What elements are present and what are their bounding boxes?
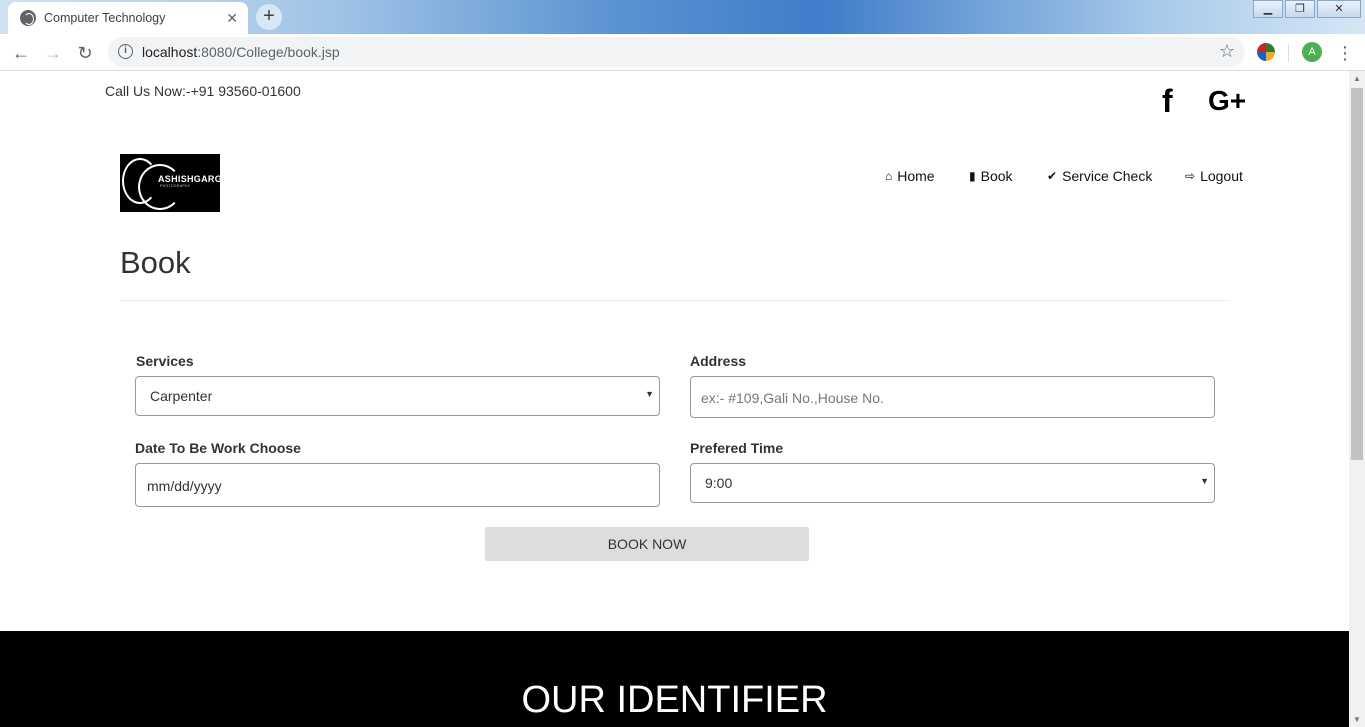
extension-icon[interactable] bbox=[1257, 43, 1275, 61]
call-us-text: Call Us Now:-+91 93560-01600 bbox=[105, 83, 301, 99]
home-icon: ⌂ bbox=[885, 169, 893, 183]
dropdown-arrow-icon: ▼ bbox=[645, 389, 654, 399]
forward-arrow-icon[interactable]: → bbox=[40, 40, 66, 66]
logo-name: ASHISHGARG bbox=[158, 174, 220, 184]
browser-toolbar: ← → ↻ i localhost:8080/College/book.jsp … bbox=[0, 34, 1365, 71]
nav-logout-label: Logout bbox=[1200, 168, 1243, 184]
url-path: :8080/College/book.jsp bbox=[197, 44, 340, 60]
page-scrollbar[interactable]: ▲ ▼ bbox=[1349, 71, 1365, 727]
globe-icon bbox=[20, 10, 36, 26]
new-tab-button[interactable]: + bbox=[256, 4, 282, 30]
maximize-button[interactable]: ❐ bbox=[1285, 0, 1315, 18]
browser-title-bar: Computer Technology ✕ + ▁ ❐ ✕ bbox=[0, 0, 1365, 34]
url-text: localhost:8080/College/book.jsp bbox=[142, 44, 340, 60]
site-logo[interactable]: ASHISHGARG PHOTOGRAPHY bbox=[120, 154, 220, 212]
toolbar-divider bbox=[1288, 44, 1289, 62]
close-tab-icon[interactable]: ✕ bbox=[226, 10, 238, 27]
logout-icon: ⇨ bbox=[1185, 169, 1196, 183]
file-icon: ▮ bbox=[969, 169, 976, 183]
window-controls: ▁ ❐ ✕ bbox=[1251, 0, 1361, 18]
services-label: Services bbox=[136, 353, 194, 369]
scroll-down-icon[interactable]: ▼ bbox=[1353, 715, 1361, 724]
back-arrow-icon[interactable]: ← bbox=[8, 40, 34, 66]
page-title: Book bbox=[120, 245, 191, 280]
url-host: localhost bbox=[142, 44, 198, 60]
bookmark-star-icon[interactable]: ☆ bbox=[1219, 41, 1235, 62]
address-placeholder: ex:- #109,Gali No.,House No. bbox=[701, 390, 884, 406]
minimize-button[interactable]: ▁ bbox=[1253, 0, 1283, 18]
title-divider bbox=[120, 300, 1230, 301]
tab-title: Computer Technology bbox=[44, 11, 166, 25]
google-plus-icon[interactable]: G+ bbox=[1208, 85, 1246, 117]
kebab-menu-icon[interactable]: ⋮ bbox=[1336, 40, 1354, 66]
address-label: Address bbox=[690, 353, 747, 369]
logo-tagline: PHOTOGRAPHY bbox=[160, 184, 191, 188]
nav-service-check[interactable]: ✔ Service Check bbox=[1047, 166, 1152, 186]
date-label: Date To Be Work Choose bbox=[135, 440, 301, 456]
footer-heading: OUR IDENTIFIER bbox=[521, 679, 828, 721]
nav-logout[interactable]: ⇨ Logout bbox=[1185, 166, 1243, 186]
time-value: 9:00 bbox=[705, 475, 733, 491]
info-icon[interactable]: i bbox=[118, 44, 133, 59]
check-icon: ✔ bbox=[1047, 169, 1058, 183]
address-bar[interactable]: i localhost:8080/College/book.jsp ☆ bbox=[108, 37, 1245, 67]
services-select[interactable]: Carpenter ▼ bbox=[135, 376, 660, 416]
nav-book[interactable]: ▮ Book bbox=[969, 166, 1013, 186]
browser-tab[interactable]: Computer Technology ✕ bbox=[8, 2, 248, 34]
scrollbar-thumb[interactable] bbox=[1351, 88, 1363, 460]
nav-service-check-label: Service Check bbox=[1062, 168, 1153, 184]
footer-section: OUR IDENTIFIER bbox=[0, 631, 1349, 727]
book-now-button[interactable]: BOOK NOW bbox=[485, 527, 809, 561]
dropdown-arrow-icon: ▼ bbox=[1200, 476, 1209, 486]
profile-avatar[interactable]: A bbox=[1302, 42, 1322, 62]
nav-home-label: Home bbox=[897, 168, 935, 184]
close-window-button[interactable]: ✕ bbox=[1317, 0, 1361, 18]
date-input[interactable]: mm/dd/yyyy bbox=[135, 463, 660, 507]
date-placeholder: mm/dd/yyyy bbox=[147, 478, 222, 494]
nav-book-label: Book bbox=[980, 168, 1013, 184]
time-select[interactable]: 9:00 ▼ bbox=[690, 463, 1215, 503]
services-value: Carpenter bbox=[150, 388, 213, 404]
scroll-up-icon[interactable]: ▲ bbox=[1353, 74, 1361, 83]
time-label: Prefered Time bbox=[690, 440, 784, 456]
address-input[interactable]: ex:- #109,Gali No.,House No. bbox=[690, 376, 1215, 418]
reload-icon[interactable]: ↻ bbox=[72, 40, 98, 66]
page-viewport: Call Us Now:-+91 93560-01600 f G+ ASHISH… bbox=[0, 71, 1349, 727]
facebook-icon[interactable]: f bbox=[1162, 83, 1173, 120]
nav-home[interactable]: ⌂ Home bbox=[885, 166, 935, 186]
